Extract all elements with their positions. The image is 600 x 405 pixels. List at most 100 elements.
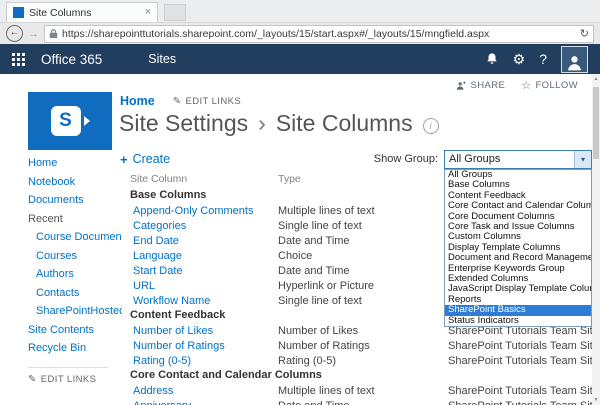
create-link[interactable]: + Create [120,152,170,167]
tab-bar: Site Columns × [0,0,600,22]
group-header: Core Contact and Calendar Columns [130,369,322,381]
url-text: https://sharepointtutorials.sharepoint.c… [62,27,490,40]
bell-icon[interactable] [485,52,499,66]
dropdown-option[interactable]: Enterprise Keywords Group [445,264,591,274]
share-person-icon [457,80,467,90]
chevron-down-icon[interactable]: ▾ [574,150,591,168]
dropdown-option[interactable]: JavaScript Display Template Columns [445,284,591,294]
breadcrumb-home-link[interactable]: Home [120,94,155,108]
column-header-site-column: Site Column [130,173,188,185]
title-chevron: › [258,110,266,136]
dropdown-option[interactable]: Content Feedback [445,191,591,201]
info-icon[interactable]: i [422,118,439,134]
site-column-link[interactable]: End Date [120,235,278,247]
table-row: Rating (0-5) Rating (0-5) SharePoint Tut… [120,353,592,368]
table-row: Address Multiple lines of text SharePoin… [120,383,592,398]
breadcrumb: Home ✎ EDIT LINKS [120,94,241,108]
sidebar-item-site-contents[interactable]: Site Contents [28,321,122,340]
lock-icon [49,29,58,38]
help-icon[interactable]: ? [539,52,547,66]
close-tab-icon[interactable]: × [145,7,151,18]
follow-button[interactable]: ☆ FOLLOW [521,79,578,92]
show-group-selected-value: All Groups [449,153,501,165]
page-title: Site Settings › Site Columns i [119,110,439,137]
dropdown-option[interactable]: Custom Columns [445,232,591,242]
sidebar-item-recycle-bin[interactable]: Recycle Bin [28,339,122,358]
dropdown-option[interactable]: Reports [445,295,591,305]
toolbar: + Create Show Group: All Groups ▾ [120,148,592,170]
sidebar-item-documents[interactable]: Documents [28,191,122,210]
site-column-link[interactable]: Language [120,250,278,262]
edit-links-top[interactable]: ✎ EDIT LINKS [173,96,241,107]
page-title-parent[interactable]: Site Settings [119,110,248,137]
site-column-link[interactable]: Categories [120,220,278,232]
site-column-link[interactable]: Number of Ratings [120,340,278,352]
show-group-label: Show Group: [373,153,438,165]
site-column-link[interactable]: Anniversary [120,400,278,405]
site-column-link[interactable]: Start Date [120,265,278,277]
table-row: Anniversary Date and Time SharePoint Tut… [120,398,592,405]
scroll-up-icon[interactable]: ▲ [592,74,600,84]
app-launcher-icon[interactable] [12,52,25,66]
new-tab-button[interactable] [164,4,186,21]
dropdown-option[interactable]: All Groups [445,170,591,180]
show-group-dropdown-list: All Groups Base Columns Content Feedback… [444,169,592,328]
share-button[interactable]: SHARE [456,80,505,91]
page-title-current: Site Columns [275,110,413,136]
address-bar: ← → https://sharepointtutorials.sharepoi… [0,22,600,44]
follow-star-icon: ☆ [521,80,532,92]
sidebar-item-contacts[interactable]: Contacts [28,284,122,303]
sharepoint-logo-letter: S [50,106,81,136]
sidebar-item-courses[interactable]: Courses [28,247,122,266]
tab-title: Site Columns [29,6,92,19]
table-row: Number of Ratings Number of Ratings Shar… [120,338,592,353]
back-icon[interactable]: ← [6,25,23,42]
url-field[interactable]: https://sharepointtutorials.sharepoint.c… [44,24,594,43]
vertical-scrollbar[interactable]: ▲ ▼ [592,74,600,405]
site-column-link[interactable]: Append-Only Comments [120,205,278,217]
browser-tab[interactable]: Site Columns × [6,2,158,22]
dropdown-option[interactable]: Document and Record Management Columns [445,253,591,263]
left-navigation: Home Notebook Documents Recent Course Do… [28,154,122,385]
edit-links-sidebar[interactable]: ✎ EDIT LINKS [28,374,122,385]
sites-nav-link[interactable]: Sites [148,52,176,66]
dropdown-option[interactable]: Extended Columns [445,274,591,284]
site-column-link[interactable]: URL [120,280,278,292]
dropdown-option-sharepoint-basics[interactable]: SharePoint Basics [445,305,591,316]
site-column-link[interactable]: Number of Likes [120,325,278,337]
dropdown-option[interactable]: Status Indicators [445,316,591,326]
sidebar-item-home[interactable]: Home [28,154,122,173]
gear-icon[interactable]: ⚙ [513,52,526,66]
tab-favicon-icon [13,7,24,18]
dropdown-option[interactable]: Display Template Columns [445,243,591,253]
person-icon [568,55,581,70]
suite-bar: Office 365 Sites ⚙ ? [0,44,600,74]
sidebar-item-authors[interactable]: Authors [28,265,122,284]
office365-brand[interactable]: Office 365 [41,52,102,67]
scrollbar-thumb[interactable] [593,87,599,159]
show-group-select[interactable]: All Groups ▾ [444,149,592,169]
plus-icon: + [120,151,128,167]
dropdown-option[interactable]: Core Contact and Calendar Columns [445,201,591,211]
sidebar-item-sharepointhostedapp[interactable]: SharePointHostedApp [28,302,122,321]
forward-icon[interactable]: → [28,28,39,40]
sidebar-item-course-documents[interactable]: Course Documents [28,228,122,247]
column-header-type: Type [278,173,301,185]
site-column-link[interactable]: Workflow Name [120,295,278,307]
refresh-icon[interactable]: ↻ [580,27,589,40]
pencil-icon: ✎ [28,373,37,385]
site-column-link[interactable]: Rating (0-5) [120,355,278,367]
account-avatar[interactable] [561,45,588,73]
sharepoint-logo-arrow-icon [83,116,90,126]
page-content: SHARE ☆ FOLLOW S Home ✎ EDIT LINKS Site … [0,74,600,405]
sidebar-item-recent: Recent [28,212,63,225]
site-column-link[interactable]: Address [120,385,278,397]
browser-window: Site Columns × ← → https://sharepointtut… [0,0,600,405]
dropdown-option[interactable]: Core Task and Issue Columns [445,222,591,232]
dropdown-option[interactable]: Base Columns [445,180,591,190]
sharepoint-logo: S [28,92,112,150]
scroll-down-icon[interactable]: ▼ [592,395,600,405]
pencil-icon: ✎ [172,95,182,107]
sidebar-item-notebook[interactable]: Notebook [28,173,122,192]
dropdown-option[interactable]: Core Document Columns [445,212,591,222]
